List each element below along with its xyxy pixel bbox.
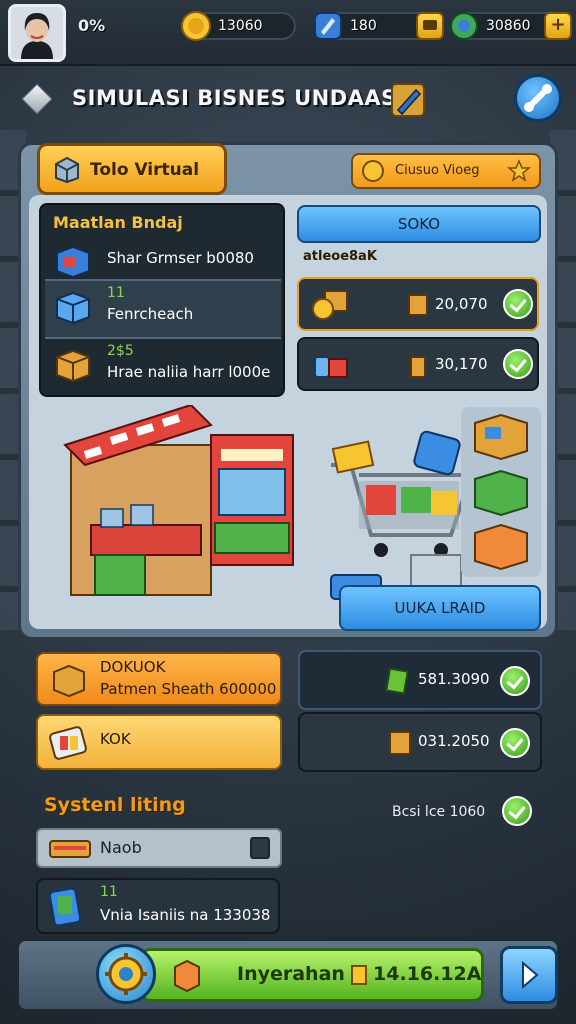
gear-icon [105, 953, 147, 995]
name-input[interactable]: Naob [36, 828, 282, 868]
bonus-label: Ciusuo Vioeg [395, 163, 480, 178]
gem-value: 180 [350, 18, 377, 34]
price-value: 30,170 [435, 355, 488, 373]
open-shop-button[interactable]: UUKA LRAID [339, 585, 541, 631]
tab-label: Tolo Virtual [90, 160, 200, 180]
coin-crate-icon [312, 290, 348, 320]
top-bar: 0% 13060 180 30860 + [0, 0, 576, 66]
crate-icon [389, 731, 411, 755]
list-item[interactable]: 11 Fenrcheach [45, 279, 281, 339]
title-row: SIMULASI BISNES UNDAASIA [0, 76, 576, 124]
gold-bar-icon [351, 965, 367, 985]
edit-pencil-icon[interactable] [388, 80, 428, 120]
gem-counter: 180 [314, 12, 444, 40]
price-value: 20,070 [435, 295, 488, 313]
soko-button[interactable]: SOKO [297, 205, 541, 243]
check-icon[interactable] [502, 796, 532, 826]
item-label: Vnia Isaniis na 133038 [100, 906, 271, 924]
device-icon [48, 887, 82, 927]
system-stat: Bcsi lce 1060 [392, 804, 486, 820]
gem-icon [314, 12, 342, 40]
cash-gem-icon [450, 12, 478, 40]
submit-button[interactable]: Inyerahan 14.16.12A [140, 948, 484, 1002]
cardboard-box-icon [56, 349, 90, 383]
gear-button[interactable] [96, 944, 156, 1004]
submit-label: Inyerahan [237, 963, 345, 985]
check-icon[interactable] [503, 349, 533, 379]
check-icon[interactable] [500, 666, 530, 696]
chevron-right-icon [522, 960, 539, 990]
card-title: DOKUOK [100, 658, 166, 676]
coin-counter: 13060 [181, 11, 296, 41]
dokuok-card[interactable]: DOKUOK Patmen Sheath 600000 [36, 652, 282, 706]
vending-kiosk-icon [210, 434, 294, 566]
store-box-icon [55, 156, 79, 184]
card-icon [49, 840, 91, 858]
price-row[interactable]: 20,070 [297, 277, 539, 331]
game-title: SIMULASI BISNES UNDAASIA [72, 86, 422, 110]
product-list: Maatlan Bndaj Shar Grmser b0080 11 Fenrc… [39, 203, 285, 397]
market-stall-icon [63, 405, 213, 596]
submit-value: 14.16.12A [373, 963, 482, 985]
red-box-icon [56, 245, 90, 279]
coin-value: 13060 [218, 18, 263, 34]
product-pack-icon [49, 726, 87, 760]
list-item-label: Hrae naliia harr l000e [107, 363, 271, 381]
item-card[interactable]: 11 Vnia Isaniis na 133038 [36, 878, 280, 934]
diamond-icon [21, 83, 53, 115]
player-avatar[interactable] [8, 4, 66, 62]
list-item-label: Fenrcheach [107, 305, 194, 323]
avatar-portrait-icon [11, 7, 63, 59]
value-card-green[interactable]: 581.3090 [298, 650, 542, 710]
star-icon [507, 159, 531, 182]
cash-value: 30860 [486, 18, 531, 34]
list-item-count: 11 [107, 285, 125, 301]
tab-toko-virtual[interactable]: Tolo Virtual [37, 143, 227, 195]
shopping-cart-icon [330, 430, 474, 600]
sub-label: atleoe8aK [303, 249, 377, 264]
level-percent: 0% [78, 16, 106, 35]
value-card-orange[interactable]: 031.2050 [298, 712, 542, 772]
gold-bottle-icon [410, 356, 426, 378]
orange-value: 031.2050 [418, 732, 490, 750]
card-subtitle: Patmen Sheath 600000 [100, 680, 277, 698]
cash-counter: 30860 + [450, 12, 572, 40]
add-gems-button[interactable] [416, 12, 444, 40]
item-count: 11 [100, 884, 118, 900]
boxes-stack-icon [474, 413, 528, 571]
shop-panel: Tolo Virtual Ciusuo Vioeg Maatlan Bndaj … [18, 142, 558, 640]
next-button[interactable] [500, 946, 558, 1004]
list-title: Maatlan Bndaj [53, 213, 183, 232]
bonus-button[interactable]: Ciusuo Vioeg [351, 153, 541, 189]
tools-icon [524, 84, 552, 112]
settings-button[interactable] [514, 74, 562, 122]
system-title: Systenl liting [44, 794, 186, 816]
box-icon [174, 959, 200, 993]
input-toggle[interactable] [250, 837, 270, 859]
price-row[interactable]: 30,170 [297, 337, 539, 391]
list-item-count: 2$5 [107, 343, 134, 359]
item-shelf [461, 407, 541, 577]
gear-coin-icon [362, 160, 384, 182]
add-cash-button[interactable]: + [544, 12, 572, 40]
coin-icon [181, 11, 211, 41]
wallet-icon [423, 20, 437, 30]
cash-stack-icon [385, 667, 409, 695]
gold-crate-icon [408, 294, 428, 316]
list-item[interactable]: 2$5 Hrae naliia harr l000e [45, 339, 281, 395]
system-panel: Systenl liting Bcsi lce 1060 Naob 11 Vni… [36, 784, 556, 934]
blue-box-icon [56, 291, 90, 325]
check-icon[interactable] [503, 289, 533, 319]
input-label: Naob [100, 838, 142, 857]
gold-box-icon [53, 664, 85, 698]
card-title: KOK [100, 730, 131, 748]
check-icon[interactable] [500, 728, 530, 758]
kok-card[interactable]: KOK [36, 714, 282, 770]
list-item-label: Shar Grmser b0080 [107, 249, 254, 267]
green-value: 581.3090 [418, 670, 490, 688]
potion-box-icon [314, 356, 348, 378]
